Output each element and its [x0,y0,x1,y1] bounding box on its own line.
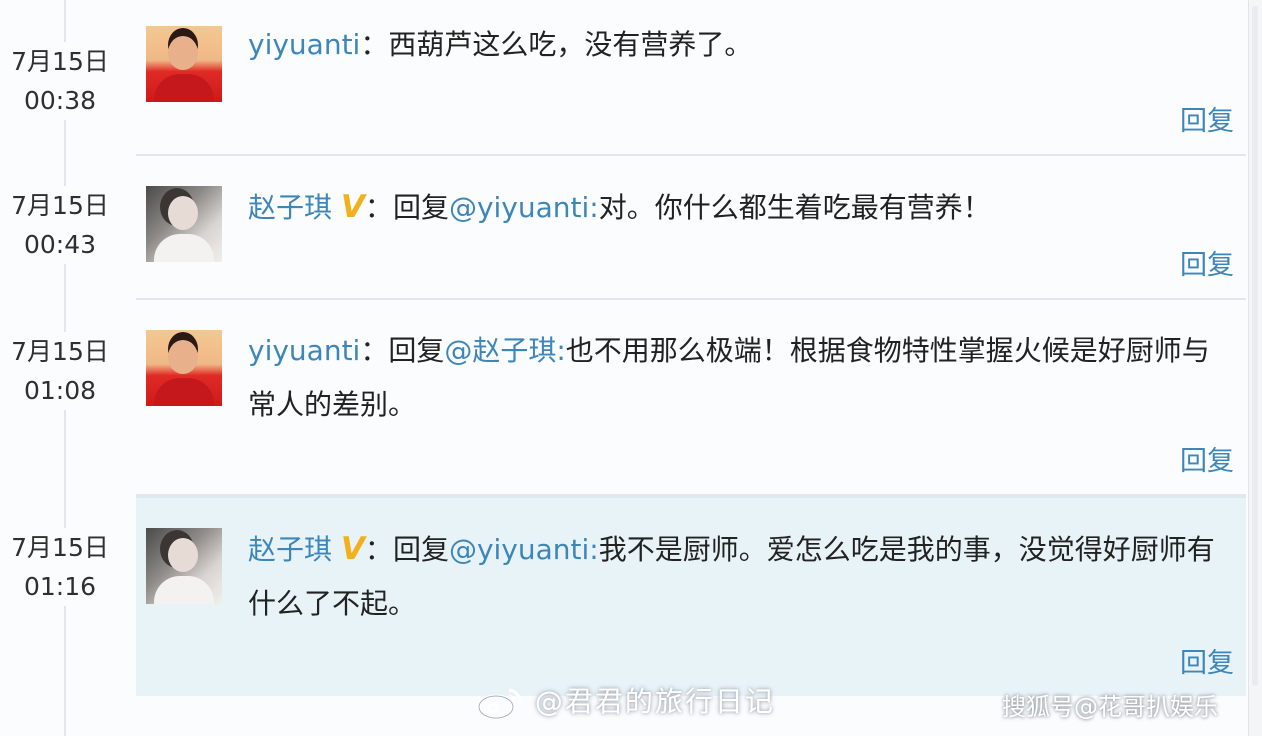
reply-button[interactable]: 回复 [1180,99,1234,138]
separator: ： [364,533,393,566]
sohu-watermark: 搜狐号@花哥扒娱乐 [1002,693,1218,721]
username-link[interactable]: yiyuanti [248,334,360,367]
avatar[interactable] [146,186,222,262]
comment-time: 00:43 [23,230,97,259]
separator: ： [364,191,393,224]
separator: ： [360,28,389,61]
comment-card: yiyuanti：西葫芦这么吃，没有营养了。 回复 [136,0,1246,156]
comment-card: 赵子琪 V：回复@yiyuanti:我不是厨师。爱怎么吃是我的事，没觉得好厨师有… [136,496,1246,696]
weibo-watermark: @君君的旅行日记 [476,680,775,724]
separator: ： [360,334,389,367]
comment-date: 7月15日 [11,191,109,220]
verified-badge-icon: V [340,531,365,567]
comment-time: 01:08 [23,376,97,405]
weibo-logo-icon [477,688,522,720]
comment-message: 赵子琪 V：回复@yiyuanti:对。你什么都生着吃最有营养！ [248,180,1222,235]
comment-text: 西葫芦这么吃，没有营养了。 [388,28,753,61]
comment-message: 赵子琪 V：回复@yiyuanti:我不是厨师。爱怎么吃是我的事，没觉得好厨师有… [248,522,1222,631]
comment-entry: 7月15日 00:38 yiyuanti：西葫芦这么吃，没有营养了。 回复 [0,0,1246,156]
comment-timestamp: 7月15日 01:16 [0,528,120,606]
comment-entry: 7月15日 01:08 yiyuanti：回复@赵子琪:也不用那么极端！根据食物… [0,302,1246,496]
comment-date: 7月15日 [11,533,109,562]
scrollbar-thumb[interactable] [1252,6,1258,686]
reply-prefix: 回复 [388,334,445,367]
reply-prefix: 回复 [392,191,449,224]
reply-prefix: 回复 [392,533,449,566]
comment-time: 00:38 [23,86,97,115]
comment-timestamp: 7月15日 00:38 [0,42,120,120]
avatar[interactable] [146,330,222,406]
comment-card: yiyuanti：回复@赵子琪:也不用那么极端！根据食物特性掌握火候是好厨师与常… [136,302,1246,496]
comment-time: 01:16 [23,572,97,601]
mention-link[interactable]: @赵子琪: [444,334,565,367]
username-link[interactable]: 赵子琪 [248,533,332,566]
username-link[interactable]: 赵子琪 [248,191,332,224]
comment-date: 7月15日 [11,47,109,76]
weibo-watermark-text: @君君的旅行日记 [534,685,775,718]
avatar[interactable] [146,528,222,604]
comment-timestamp: 7月15日 01:08 [0,332,120,410]
comment-text: 对。你什么都生着吃最有营养！ [598,191,991,224]
username-link[interactable]: yiyuanti [248,28,360,61]
reply-button[interactable]: 回复 [1180,641,1234,680]
comment-message: yiyuanti：回复@赵子琪:也不用那么极端！根据食物特性掌握火候是好厨师与常… [248,324,1222,432]
mention-link[interactable]: @yiyuanti: [449,191,599,224]
comment-timestamp: 7月15日 00:43 [0,186,120,264]
avatar[interactable] [146,26,222,102]
comment-entry: 7月15日 00:43 赵子琪 V：回复@yiyuanti:对。你什么都生着吃最… [0,158,1246,300]
comment-card: 赵子琪 V：回复@yiyuanti:对。你什么都生着吃最有营养！ 回复 [136,158,1246,300]
reply-button[interactable]: 回复 [1180,439,1234,478]
comment-date: 7月15日 [11,337,109,366]
comment-entry: 7月15日 01:16 赵子琪 V：回复@yiyuanti:我不是厨师。爱怎么吃… [0,496,1246,696]
reply-button[interactable]: 回复 [1180,243,1234,282]
mention-link[interactable]: @yiyuanti: [449,533,599,566]
comment-message: yiyuanti：西葫芦这么吃，没有营养了。 [248,18,1222,72]
verified-badge-icon: V [340,189,365,225]
